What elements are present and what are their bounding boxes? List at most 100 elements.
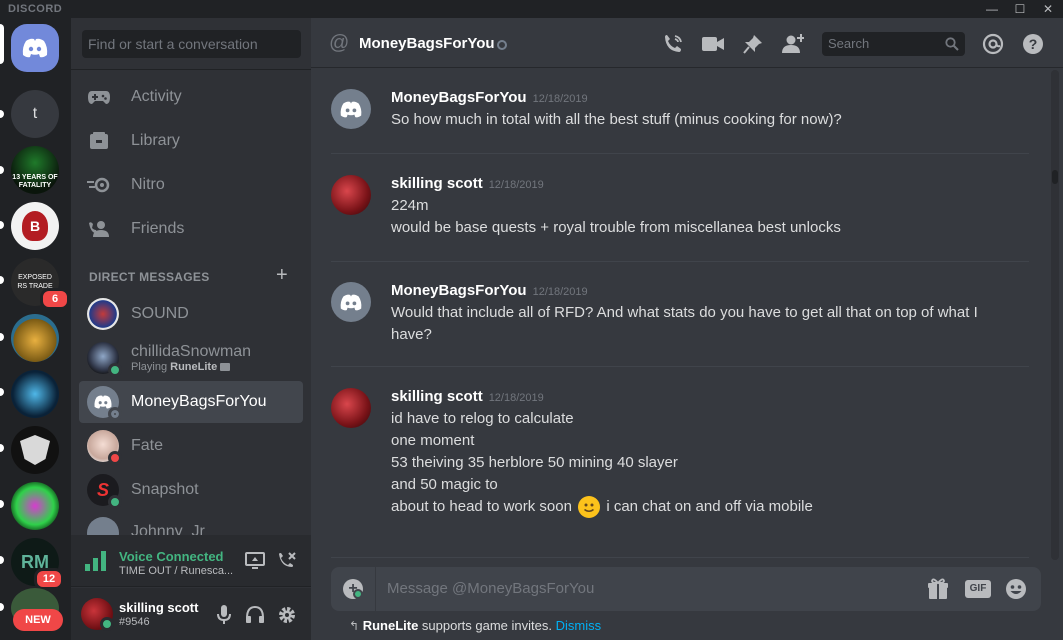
dm-name: Fate xyxy=(131,437,164,454)
sidebar-divider xyxy=(71,69,311,70)
message-search-input[interactable]: Search xyxy=(822,32,965,56)
friends-icon xyxy=(79,220,119,238)
headphones-icon[interactable] xyxy=(245,605,265,625)
find-conversation-input[interactable]: Find or start a conversation xyxy=(82,30,301,58)
title-bar: DISCORD — ☐ ✕ xyxy=(0,0,1063,18)
message-input[interactable]: Message @MoneyBagsForYou xyxy=(387,580,594,597)
server-b[interactable]: B xyxy=(11,202,59,250)
nav-friends[interactable]: Friends xyxy=(79,208,303,250)
author-avatar[interactable] xyxy=(331,89,371,129)
dm-name: Snapshot xyxy=(131,481,199,498)
avatar xyxy=(87,298,119,330)
emoji-picker-icon[interactable] xyxy=(1005,577,1027,601)
dm-sidebar: Find or start a conversation Activity Li… xyxy=(71,18,311,640)
unread-pill xyxy=(0,333,4,341)
screen-share-icon[interactable] xyxy=(245,552,265,575)
slightly-smiling-face-icon[interactable] xyxy=(578,496,601,519)
dm-item-sound[interactable]: SOUND xyxy=(79,293,303,335)
help-icon[interactable]: ? xyxy=(1021,32,1045,56)
dm-name: chillidaSnowman xyxy=(131,343,252,360)
nav-activity-label: Activity xyxy=(131,88,182,105)
chat-header: @ MoneyBagsForYou Search ? xyxy=(311,18,1063,68)
video-call-icon[interactable] xyxy=(701,32,725,56)
create-dm-button[interactable]: + xyxy=(276,265,288,285)
dm-item-chillidasnowman[interactable]: chillidaSnowman Playing RuneLite xyxy=(79,337,303,379)
dismiss-link[interactable]: Dismiss xyxy=(556,618,602,633)
server-treasure-chest[interactable] xyxy=(11,314,59,362)
pinned-messages-icon[interactable] xyxy=(741,32,765,56)
message-timestamp: 12/18/2019 xyxy=(488,179,544,191)
scrollbar-thumb[interactable] xyxy=(1052,170,1058,184)
author-avatar[interactable] xyxy=(331,175,371,215)
mention-badge: 12 xyxy=(34,568,64,590)
mentions-icon[interactable] xyxy=(981,32,1005,56)
message-text: Would that include all of RFD? And what … xyxy=(391,304,978,321)
hint-arrow-icon: ↰ xyxy=(349,619,360,633)
nav-activity[interactable]: Activity xyxy=(79,76,303,118)
author-avatar[interactable] xyxy=(331,388,371,428)
dm-item-moneybagsforyou[interactable]: MoneyBagsForYou xyxy=(79,381,303,423)
online-status-icon xyxy=(100,617,114,631)
unread-pill xyxy=(0,388,4,396)
message-text: 224m xyxy=(391,197,429,214)
mention-badge: 6 xyxy=(40,288,70,310)
minimize-button[interactable]: — xyxy=(978,0,1006,18)
dm-name: MoneyBagsForYou xyxy=(131,393,267,410)
gift-icon[interactable] xyxy=(927,577,949,601)
server-lucky[interactable] xyxy=(11,370,59,418)
new-badge[interactable]: NEW xyxy=(13,609,63,631)
nav-nitro[interactable]: Nitro xyxy=(79,164,303,206)
server-rail: t 13 YEARS OF FATALITY B EXPOSED RS TRAD… xyxy=(0,18,71,640)
discord-default-avatar-icon xyxy=(94,395,112,409)
scrollbar-track[interactable] xyxy=(1051,70,1059,560)
unread-pill xyxy=(0,276,4,284)
server-shield[interactable] xyxy=(11,426,59,474)
maximize-button[interactable]: ☐ xyxy=(1006,0,1034,18)
home-button[interactable] xyxy=(11,24,59,72)
dm-item-johnny-jr[interactable]: Johnny_Jr xyxy=(79,513,303,535)
server-fatality[interactable]: 13 YEARS OF FATALITY xyxy=(11,146,59,194)
message-text: and 50 magic to xyxy=(391,476,498,493)
message-text: id have to relog to calculate xyxy=(391,410,574,427)
microphone-icon[interactable] xyxy=(214,605,234,625)
message-divider xyxy=(331,153,1029,154)
nav-library[interactable]: Library xyxy=(79,120,303,162)
composer-divider xyxy=(375,567,376,611)
username: skilling scott xyxy=(119,600,199,615)
gif-picker-button[interactable]: GIF xyxy=(965,577,991,601)
unread-pill xyxy=(0,166,4,174)
voice-status-panel: Voice Connected TIME OUT / Runesca... xyxy=(71,535,311,587)
dm-name: Johnny_Jr xyxy=(131,523,205,535)
dm-item-snapshot[interactable]: S Snapshot xyxy=(79,469,303,511)
online-status-icon xyxy=(108,363,122,377)
message-author[interactable]: MoneyBagsForYou 12/18/2019 xyxy=(391,282,588,299)
avatar xyxy=(87,342,122,377)
channel-title: MoneyBagsForYou xyxy=(359,35,495,52)
message-author[interactable]: skilling scott 12/18/2019 xyxy=(391,388,544,405)
disconnect-call-icon[interactable] xyxy=(277,552,297,575)
add-friend-to-dm-icon[interactable] xyxy=(781,32,805,56)
author-avatar[interactable] xyxy=(331,282,371,322)
settings-gear-icon[interactable] xyxy=(277,605,297,625)
voice-call-icon[interactable] xyxy=(661,32,685,56)
server-t[interactable]: t xyxy=(11,90,59,138)
at-icon: @ xyxy=(329,32,350,54)
server-green[interactable] xyxy=(11,482,59,530)
close-button[interactable]: ✕ xyxy=(1034,0,1062,18)
message-author[interactable]: skilling scott 12/18/2019 xyxy=(391,175,544,192)
dm-item-fate[interactable]: Fate xyxy=(79,425,303,467)
game-invite-indicator-icon xyxy=(353,589,363,599)
nitro-icon xyxy=(79,177,119,193)
avatar xyxy=(87,430,122,465)
snapshot-logo-icon: S xyxy=(96,479,109,500)
user-panel: skilling scott #9546 xyxy=(71,588,311,640)
chat-main: @ MoneyBagsForYou Search ? MoneyBagsForY… xyxy=(311,18,1063,640)
message-author[interactable]: MoneyBagsForYou 12/18/2019 xyxy=(391,89,588,106)
selected-server-pill xyxy=(0,24,4,64)
dm-name: SOUND xyxy=(131,305,189,322)
server-t-label: t xyxy=(32,105,38,122)
unread-pill xyxy=(0,556,4,564)
b-logo-icon: B xyxy=(22,211,48,241)
voice-channel-name[interactable]: TIME OUT / Runesca... xyxy=(119,565,233,577)
message-text: So how much in total with all the best s… xyxy=(391,111,842,128)
